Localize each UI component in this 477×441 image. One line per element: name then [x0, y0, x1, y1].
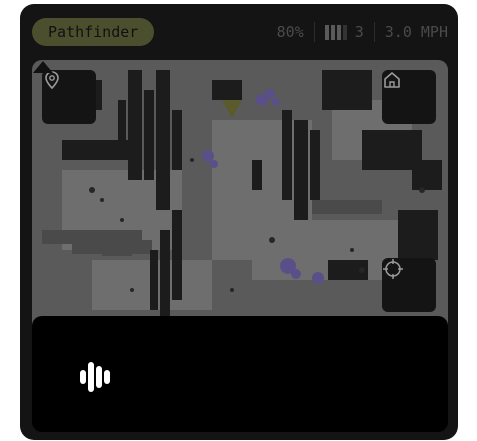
app-name-pill[interactable]: Pathfinder [32, 18, 155, 46]
home-button[interactable] [382, 70, 436, 124]
recenter-button[interactable] [382, 258, 436, 312]
voice-button[interactable] [78, 360, 114, 394]
status-bar: 80% 3 3.0 MPH [277, 18, 448, 46]
header: Pathfinder 80% 3 3.0 MPH [20, 4, 458, 58]
battery-level: 80% [276, 23, 304, 41]
triangle-icon [33, 61, 53, 73]
home-icon [384, 72, 400, 88]
crosshair-icon [383, 259, 403, 279]
audio-waveform-icon [80, 362, 110, 392]
speed-readout: 3.0 MPH [384, 23, 448, 41]
status-divider [313, 22, 315, 42]
status-divider [373, 22, 375, 42]
device-frame: Pathfinder 80% 3 3.0 MPH [20, 4, 458, 440]
bottom-panel [32, 316, 448, 432]
location-button[interactable] [42, 70, 96, 124]
signal-bars-icon [324, 24, 347, 40]
signal-count: 3 [354, 23, 364, 41]
